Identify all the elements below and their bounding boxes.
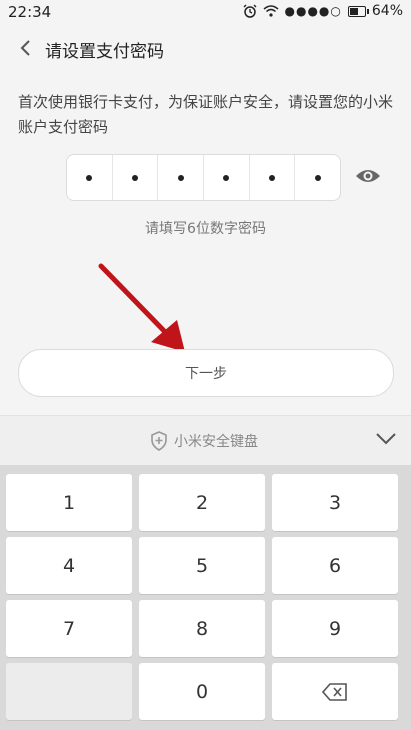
wifi-icon (263, 5, 279, 17)
signal-icon: ●●●●○ (284, 4, 342, 18)
key-0[interactable]: 0 (139, 663, 265, 720)
key-8[interactable]: 8 (139, 600, 265, 657)
pin-input[interactable] (66, 154, 341, 201)
alarm-icon (243, 4, 257, 18)
pin-dot (177, 174, 184, 181)
pin-dot (223, 174, 230, 181)
key-1[interactable]: 1 (6, 474, 132, 531)
delete-key[interactable] (272, 663, 398, 720)
key-7[interactable]: 7 (6, 600, 132, 657)
battery-percent: 64% (371, 3, 403, 19)
pin-cell (295, 155, 340, 200)
annotation-arrow-icon (98, 263, 185, 352)
keyboard-header: 小米安全键盘 (0, 415, 411, 466)
pin-cell (113, 155, 159, 200)
backspace-icon (322, 682, 347, 701)
instruction-text: 首次使用银行卡支付，为保证账户安全，请设置您的小米账户支付密码 (18, 93, 394, 136)
eye-icon[interactable] (355, 166, 381, 186)
pin-dot (314, 174, 321, 181)
pin-dot (86, 174, 93, 181)
status-bar: 22:34 ●●●●○ 64% (0, 0, 411, 24)
key-4[interactable]: 4 (6, 537, 132, 594)
status-icons: ●●●●○ 64% (243, 3, 403, 19)
pin-cell (250, 155, 296, 200)
key-9[interactable]: 9 (272, 600, 398, 657)
keyboard-title-label: 小米安全键盘 (174, 434, 258, 450)
pin-dot (132, 174, 138, 181)
key-3[interactable]: 3 (272, 474, 398, 531)
key-blank (6, 663, 132, 720)
shield-icon (151, 431, 167, 451)
status-time: 22:34 (8, 3, 52, 21)
pin-cell (204, 155, 250, 200)
key-2[interactable]: 2 (139, 474, 265, 531)
pin-hint: 请填写6位数字密码 (145, 221, 266, 237)
number-keypad: 1 2 3 4 5 6 7 8 9 0 (0, 465, 411, 730)
back-arrow-icon[interactable] (14, 34, 38, 62)
title-bar: 请设置支付密码 (0, 24, 411, 74)
pin-cell (67, 155, 113, 200)
next-button[interactable]: 下一步 (18, 349, 394, 397)
keyboard-title: 小米安全键盘 (150, 431, 258, 451)
pin-cell (158, 155, 205, 200)
battery-icon (347, 5, 369, 17)
pin-dot (269, 174, 276, 181)
chevron-down-icon[interactable] (375, 431, 397, 447)
key-5[interactable]: 5 (139, 537, 265, 594)
key-6[interactable]: 6 (272, 537, 398, 594)
page-title: 请设置支付密码 (45, 42, 164, 62)
